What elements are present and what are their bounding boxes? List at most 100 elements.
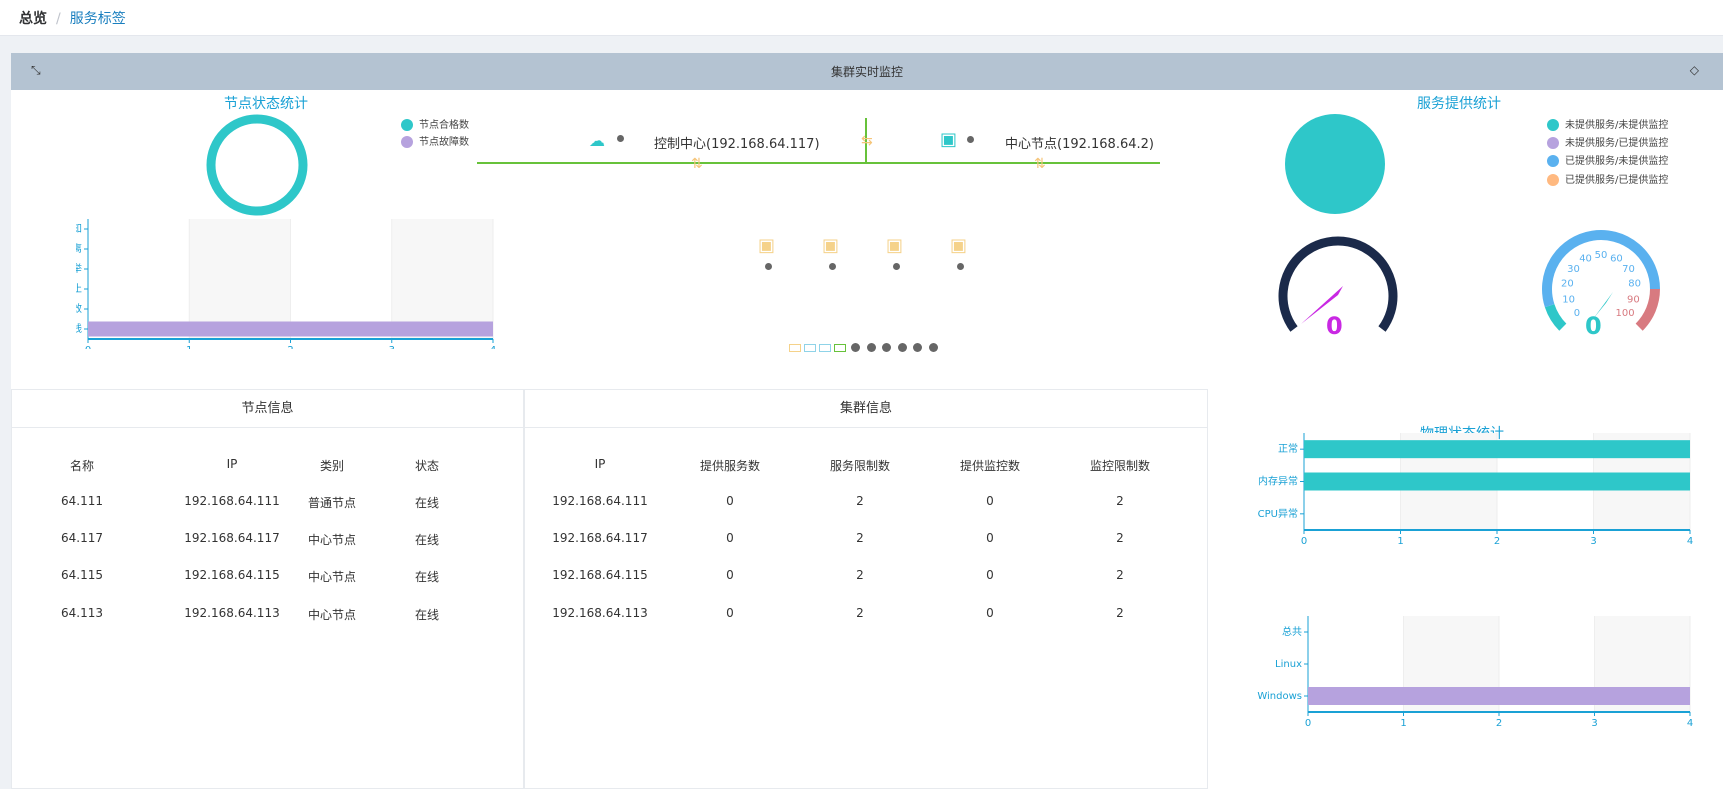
table-cell: 0	[726, 494, 734, 508]
table-cell: 2	[856, 531, 864, 545]
node-legend-fault[interactable]: 节点故障数	[401, 133, 469, 148]
pager-thumb[interactable]	[789, 344, 801, 352]
pager-dot[interactable]	[882, 343, 891, 352]
table-cell: 在线	[414, 496, 439, 510]
status-dot	[829, 263, 836, 270]
pager-dot[interactable]	[851, 343, 860, 352]
table-cell: 普通节点	[307, 496, 356, 510]
grid-band	[189, 219, 291, 339]
gauge-tick-label: 60	[1610, 254, 1623, 265]
x-tick-label: 1	[1397, 536, 1403, 547]
transfer-arrow-icon: ⇅	[691, 156, 703, 172]
node-icon-group[interactable]: ▣	[884, 235, 914, 275]
transfer-arrow-icon: ⇆	[861, 133, 873, 149]
node-status-bar-chart: 未知游离选举停止失效在线 0 1 2 3 4	[76, 219, 496, 349]
bar[interactable]	[1304, 472, 1690, 491]
top-bar: 总览 / 服务标签	[0, 0, 1723, 36]
y-tick-label: 在线	[76, 322, 82, 335]
node-icon-group[interactable]: ▣	[820, 235, 850, 275]
legend-label: 节点合格数	[419, 120, 469, 131]
breadcrumb-home[interactable]: 总览	[19, 11, 47, 27]
cluster-monitor-panel: ⤡ 集群实时监控 ◇ 节点状态统计 节点合格数 节点故障数 未知游离选举停止失效…	[11, 53, 1723, 789]
table-cell: 2	[856, 494, 864, 508]
table-header-cell: IP	[594, 457, 606, 471]
x-tick-label: 2	[1494, 536, 1500, 547]
x-tick-label: 3	[389, 345, 395, 349]
table-cell: 0	[726, 606, 734, 620]
table-cell: 2	[1116, 568, 1124, 582]
x-tick-label: 3	[1590, 536, 1596, 547]
node-status-ring	[206, 114, 308, 216]
legend-dot	[1547, 137, 1559, 149]
topology-bus-line	[477, 162, 1160, 164]
y-tick-label: Windows	[1257, 691, 1302, 702]
bar[interactable]	[1304, 440, 1690, 459]
status-dot	[967, 136, 974, 143]
x-tick-label: 0	[1305, 718, 1311, 729]
gauge-tick-label: 50	[1595, 250, 1608, 261]
table-cell: 2	[856, 606, 864, 620]
transfer-arrow-icon: ⇅	[1034, 156, 1046, 172]
server-icon: ▣	[950, 235, 968, 256]
gauge-left-value: 0	[1326, 312, 1343, 340]
table-cell: 192.168.64.111	[552, 494, 648, 508]
pager-thumb[interactable]	[819, 344, 831, 352]
y-tick-label: Linux	[1275, 659, 1302, 670]
service-legend-2[interactable]: 未提供服务/已提供监控	[1547, 134, 1668, 149]
service-legend-3[interactable]: 已提供服务/未提供监控	[1547, 152, 1668, 167]
y-tick-label: 总共	[1282, 625, 1302, 638]
gauge-tick-label: 10	[1562, 295, 1575, 306]
panel-header: ⤡ 集群实时监控 ◇	[11, 53, 1723, 90]
center-node-label[interactable]: 中心节点(192.168.64.2)	[1005, 133, 1154, 152]
bar[interactable]	[1308, 687, 1690, 705]
cluster-info-card: 集群信息 IP 提供服务数 服务限制数 提供监控数 监控限制数 192.168.64.11…	[524, 389, 1208, 789]
service-legend-4[interactable]: 已提供服务/已提供监控	[1547, 171, 1668, 186]
table-cell: 2	[1116, 494, 1124, 508]
pager-dot[interactable]	[913, 343, 922, 352]
breadcrumb-separator: /	[56, 11, 61, 27]
node-info-title: 节点信息	[12, 390, 523, 428]
gauge-tick-label: 0	[1574, 308, 1580, 319]
status-dot	[765, 263, 772, 270]
pie-slice	[1285, 114, 1385, 214]
node-icon-group[interactable]: ▣	[948, 235, 978, 275]
table-header-cell: 提供监控数	[959, 459, 1020, 473]
legend-dot	[1547, 155, 1559, 167]
legend-label: 已提供服务/未提供监控	[1565, 156, 1669, 167]
pager-dot[interactable]	[866, 343, 876, 352]
table-cell: 在线	[414, 570, 439, 584]
node-status-title: 节点状态统计	[224, 96, 308, 112]
service-legend-1[interactable]: 未提供服务/未提供监控	[1547, 116, 1668, 131]
table-cell: 中心节点	[307, 570, 356, 584]
pager-dot[interactable]	[928, 343, 938, 352]
y-tick-label: 选举	[76, 262, 82, 275]
legend-label: 未提供服务/已提供监控	[1565, 138, 1669, 149]
node-legend-qualified[interactable]: 节点合格数	[401, 116, 469, 131]
table-cell: 64.115	[61, 568, 103, 582]
table-cell: 0	[986, 568, 994, 582]
server-icon: ▣	[886, 235, 904, 256]
gauge-tick-label: 100	[1615, 308, 1634, 319]
gauge-tick-label: 80	[1628, 279, 1641, 290]
pager-thumb[interactable]	[804, 344, 816, 352]
pager-dot[interactable]	[897, 343, 907, 352]
table-cell: 在线	[414, 533, 439, 547]
table-cell: 64.111	[61, 494, 103, 508]
x-tick-label: 0	[1301, 536, 1307, 547]
pager-thumb[interactable]	[834, 344, 846, 352]
table-cell: 中心节点	[307, 608, 356, 622]
breadcrumb-current[interactable]: 服务标签	[70, 11, 126, 27]
table-header-cell: 提供服务数	[699, 459, 760, 473]
node-info-card: 节点信息 名称 IP 类别 状态 64.111 192.168.64.111 普通节点 在线 6…	[11, 389, 524, 789]
table-cell: 0	[726, 568, 734, 582]
node-icon-group[interactable]: ▣	[756, 235, 786, 275]
grid-band	[391, 219, 493, 339]
gauge-tick-label: 70	[1622, 264, 1635, 275]
server-icon: ▣	[822, 235, 840, 256]
bar[interactable]	[88, 321, 493, 337]
gauge-right-value: 0	[1585, 312, 1602, 340]
settings-icon[interactable]: ◇	[1690, 63, 1699, 77]
status-dot	[893, 263, 900, 270]
server-icon[interactable]: ▣	[940, 129, 957, 150]
control-center-label[interactable]: 控制中心(192.168.64.117)	[654, 133, 820, 152]
